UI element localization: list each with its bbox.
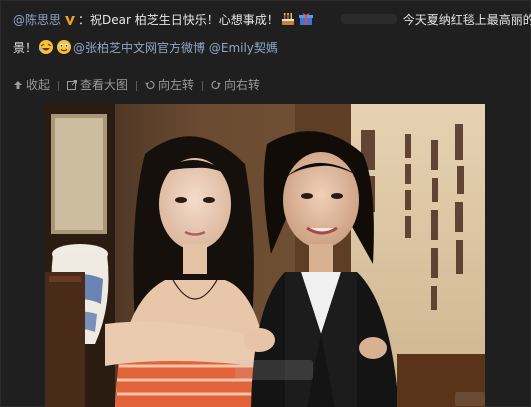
divider [58,81,60,91]
mention-link-1[interactable]: @张柏芝中文网官方微博 [73,41,205,55]
happy-emoji-icon [57,40,72,54]
verified-badge-icon [65,16,76,25]
weibo-post-card: @陈思思 ：祝Dear 柏芝生日快乐！心想事成！ 今天夏纳红毯上最高丽的风 景！ [0,0,531,407]
post-text-line-2: 景！ @张柏芝中文网官方微博 @Emily契媽 [13,39,278,57]
birthday-cake-icon [281,13,294,25]
rotate-left-icon [145,80,155,89]
mention-link-2[interactable]: @Emily契媽 [209,41,278,55]
laughing-emoji-icon [39,40,54,54]
gift-box-icon [298,13,313,25]
redacted-text [340,14,397,24]
rotate-left-label: 向左转 [158,78,195,92]
divider [136,81,138,91]
divider [202,81,204,91]
post-photo[interactable] [45,104,485,407]
enlarge-icon [67,80,78,90]
rotate-left-button[interactable]: 向左转 [145,77,194,93]
view-large-button[interactable]: 查看大图 [67,77,128,93]
rotate-right-icon [211,80,222,89]
post-text-end: 景！ [13,41,38,55]
arrow-up-icon [14,81,22,89]
post-text-main: ：祝Dear 柏芝生日快乐！心想事成！ [78,13,279,27]
image-toolbar: 收起 查看大图 向左转 向右转 [13,77,260,93]
rotate-right-button[interactable]: 向右转 [211,77,260,93]
collapse-label: 收起 [26,78,51,92]
photo-illustration [45,104,485,407]
post-text-line-1: @陈思思 ：祝Dear 柏芝生日快乐！心想事成！ 今天夏纳红毯上最高丽的风 [13,11,531,29]
collapse-button[interactable]: 收起 [13,77,50,93]
author-link[interactable]: @陈思思 [13,13,61,27]
view-large-label: 查看大图 [80,78,129,92]
post-text-continue: 今天夏纳红毯上最高丽的风 [402,13,531,27]
rotate-right-label: 向右转 [224,78,261,92]
